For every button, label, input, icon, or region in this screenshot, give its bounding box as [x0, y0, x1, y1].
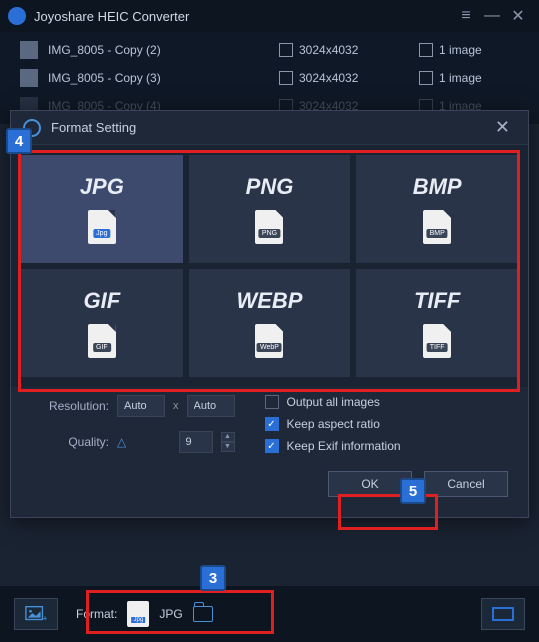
- file-name: IMG_8005 - Copy (3): [48, 71, 279, 85]
- folder-icon[interactable]: [193, 606, 213, 622]
- minimize-button[interactable]: —: [479, 7, 505, 25]
- format-label: BMP: [413, 174, 462, 200]
- dimension-icon: [279, 71, 293, 85]
- file-icon: PNG: [255, 210, 283, 244]
- file-dimensions: 3024x4032: [299, 71, 358, 85]
- output-all-checkbox-row[interactable]: Output all images: [265, 395, 401, 409]
- cancel-button[interactable]: Cancel: [424, 471, 508, 497]
- format-label: PNG: [246, 174, 294, 200]
- image-plus-icon: +: [25, 605, 47, 623]
- format-setting-dialog: Format Setting ✕ JPG Jpg PNG PNG BMP BMP…: [10, 110, 529, 518]
- thumbnail-icon: [20, 41, 38, 59]
- convert-icon: [492, 607, 514, 621]
- options-panel: Resolution: x Quality: △ ▲ ▼ Output all …: [11, 387, 528, 471]
- checkbox-label: Keep Exif information: [287, 439, 401, 453]
- titlebar: Joyoshare HEIC Converter ≡ — ✕: [0, 0, 539, 32]
- resolution-label: Resolution:: [31, 399, 109, 413]
- quality-label: Quality:: [31, 435, 109, 449]
- file-icon: TIFF: [423, 324, 451, 358]
- quality-up-button[interactable]: ▲: [221, 432, 235, 442]
- triangle-icon: △: [117, 435, 126, 449]
- app-title: Joyoshare HEIC Converter: [34, 9, 453, 24]
- format-label: WEBP: [236, 288, 302, 314]
- format-tile-bmp[interactable]: BMP BMP: [356, 155, 518, 263]
- file-icon: WebP: [255, 324, 283, 358]
- x-separator: x: [173, 400, 179, 412]
- callout-4: 4: [6, 128, 32, 154]
- convert-button[interactable]: [481, 598, 525, 630]
- file-name: IMG_8005 - Copy (2): [48, 43, 279, 57]
- file-row[interactable]: IMG_8005 - Copy (3) 3024x4032 1 image: [0, 64, 539, 92]
- dialog-close-button[interactable]: ✕: [489, 117, 516, 138]
- dialog-buttons: OK Cancel: [11, 471, 528, 517]
- svg-text:+: +: [42, 613, 47, 623]
- format-tile-jpg[interactable]: JPG Jpg: [21, 155, 183, 263]
- file-icon: Jpg: [88, 210, 116, 244]
- format-tile-tiff[interactable]: TIFF TIFF: [356, 269, 518, 377]
- dialog-title: Format Setting: [51, 120, 489, 135]
- thumbnail-icon: [20, 69, 38, 87]
- bottom-bar: + Format: Jpg JPG: [0, 586, 539, 642]
- file-dimensions: 3024x4032: [299, 43, 358, 57]
- checkbox-icon: [265, 395, 279, 409]
- format-grid: JPG Jpg PNG PNG BMP BMP GIF GIF WEBP Web…: [11, 145, 528, 387]
- dialog-header: Format Setting ✕: [11, 111, 528, 145]
- checkbox-checked-icon: ✓: [265, 417, 279, 431]
- callout-3: 3: [200, 565, 226, 591]
- checkbox-label: Keep aspect ratio: [287, 417, 380, 431]
- menu-icon[interactable]: ≡: [453, 7, 479, 25]
- image-count-icon: [419, 43, 433, 57]
- file-count: 1 image: [439, 71, 482, 85]
- file-icon: GIF: [88, 324, 116, 358]
- format-label: JPG: [80, 174, 124, 200]
- add-images-button[interactable]: +: [14, 598, 58, 630]
- format-label: Format:: [76, 607, 117, 621]
- close-button[interactable]: ✕: [505, 6, 531, 26]
- format-value: JPG: [159, 607, 182, 621]
- dimension-icon: [279, 43, 293, 57]
- resolution-height-input[interactable]: [187, 395, 235, 417]
- quality-input[interactable]: [179, 431, 213, 453]
- format-bar: Format: Jpg JPG: [76, 601, 213, 627]
- aspect-ratio-checkbox-row[interactable]: ✓ Keep aspect ratio: [265, 417, 401, 431]
- app-logo-icon: [8, 7, 26, 25]
- format-tile-webp[interactable]: WEBP WebP: [189, 269, 351, 377]
- callout-5: 5: [400, 478, 426, 504]
- checkbox-label: Output all images: [287, 395, 380, 409]
- file-icon: BMP: [423, 210, 451, 244]
- file-row[interactable]: IMG_8005 - Copy (2) 3024x4032 1 image: [0, 36, 539, 64]
- checkbox-checked-icon: ✓: [265, 439, 279, 453]
- format-tile-png[interactable]: PNG PNG: [189, 155, 351, 263]
- quality-down-button[interactable]: ▼: [221, 442, 235, 452]
- current-format-icon: Jpg: [127, 601, 149, 627]
- image-count-icon: [419, 71, 433, 85]
- format-label: GIF: [83, 288, 120, 314]
- resolution-width-input[interactable]: [117, 395, 165, 417]
- file-count: 1 image: [439, 43, 482, 57]
- format-label: TIFF: [414, 288, 460, 314]
- format-tile-gif[interactable]: GIF GIF: [21, 269, 183, 377]
- exif-checkbox-row[interactable]: ✓ Keep Exif information: [265, 439, 401, 453]
